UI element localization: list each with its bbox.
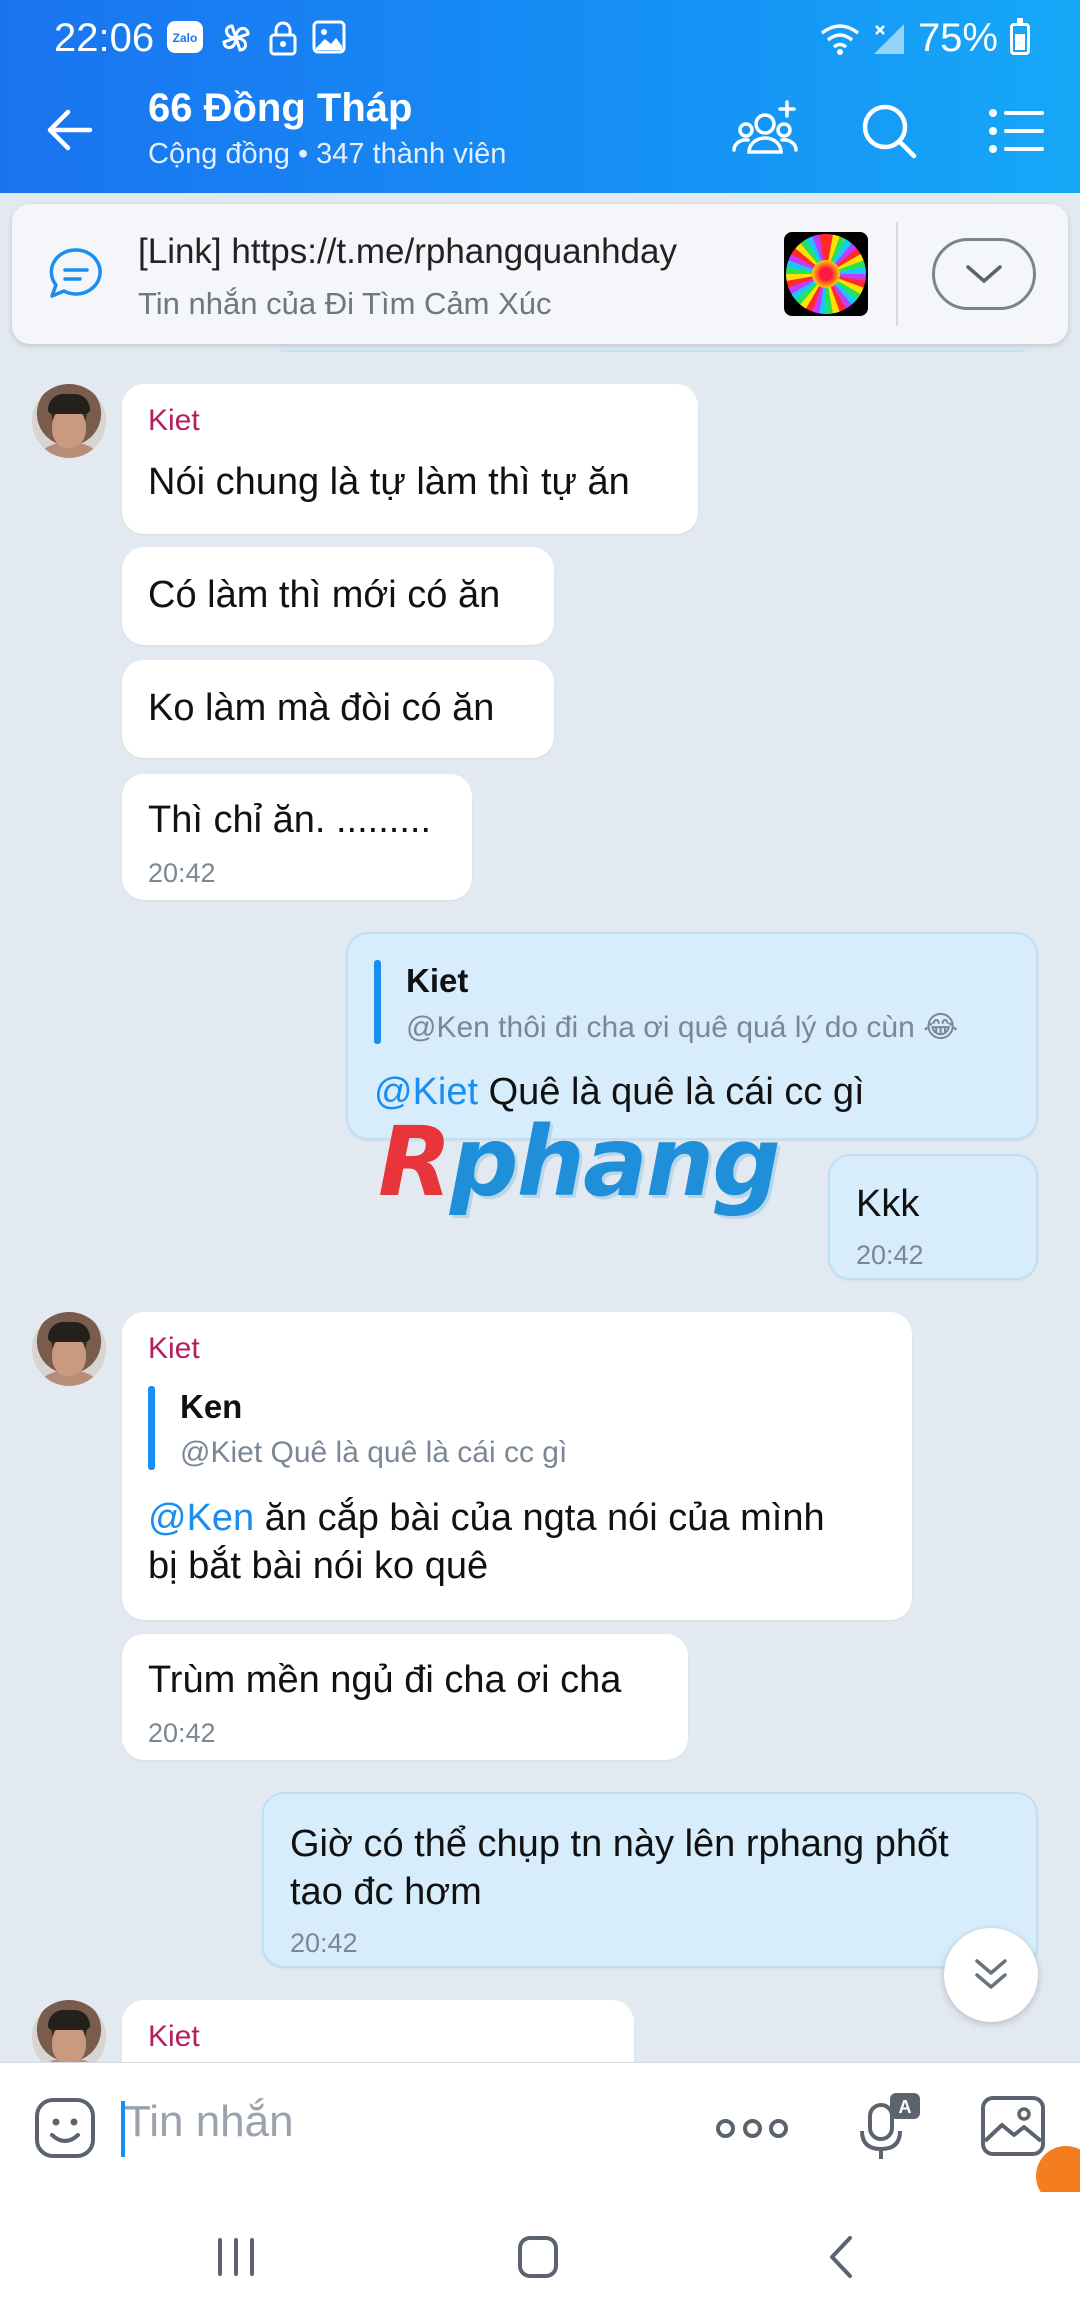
sender-name[interactable]: Kiet xyxy=(148,1332,200,1366)
message-text: Trùm mền ngủ đi cha ơi cha xyxy=(148,1659,622,1701)
lock-icon xyxy=(269,21,297,56)
quote-text: @Ken thôi đi cha ơi quê quá lý do cùn 😂 xyxy=(406,1011,959,1044)
avatar[interactable] xyxy=(32,384,106,458)
double-chevron-down-icon xyxy=(975,1959,1007,1989)
message-text: bị bắt bài nói ko quê xyxy=(148,1545,489,1587)
message-text: Ko làm mà đòi có ăn xyxy=(148,687,495,729)
sender-name[interactable]: Kiet xyxy=(148,404,200,438)
back-arrow-icon[interactable] xyxy=(40,100,100,160)
chevron-down-icon xyxy=(966,265,1002,283)
signal-icon xyxy=(873,23,904,54)
search-icon[interactable] xyxy=(856,98,922,164)
message-bubble[interactable]: Ko làm mà đòi có ăn xyxy=(122,660,554,758)
message-text: Giờ có thể chụp tn này lên rphang phốt xyxy=(290,1823,949,1865)
message-bubble[interactable]: Thì chỉ ăn. ......... 20:42 xyxy=(122,774,472,900)
message-bubble[interactable]: Có làm thì mới có ăn xyxy=(122,547,554,645)
message-list[interactable]: Kiet Nói chung là tự làm thì tự ăn Có là… xyxy=(0,350,1080,2062)
svg-text:Zalo: Zalo xyxy=(173,31,198,45)
message-text: Kkk xyxy=(856,1183,920,1225)
message-text: tao đc hơm xyxy=(290,1871,482,1913)
avatar[interactable] xyxy=(32,1312,106,1386)
image-picker-icon[interactable] xyxy=(980,2095,1046,2157)
menu-list-icon[interactable] xyxy=(984,98,1050,164)
svg-text:A: A xyxy=(899,2097,912,2117)
status-time: 22:06 xyxy=(54,16,155,60)
avatar[interactable] xyxy=(32,2000,106,2062)
message-time: 20:42 xyxy=(290,1928,358,1958)
previous-message-edge xyxy=(272,350,1034,352)
divider xyxy=(896,222,898,326)
outgoing-message-bubble[interactable]: Kkk 20:42 xyxy=(828,1154,1038,1280)
message-bubble[interactable]: Kiet Nói chung là tự làm thì tự ăn xyxy=(122,384,698,534)
quote-bar xyxy=(148,1386,155,1470)
pinned-thumbnail xyxy=(784,232,868,316)
top-bar: 22:06 Zalo 75% 66 Đồng Tháp Cộng đồng • … xyxy=(0,0,1080,193)
quote-text: @Kiet Quê là quê là cái cc gì xyxy=(180,1436,568,1469)
pinned-message-bar[interactable]: [Link] https://t.me/rphangquanhday Tin n… xyxy=(12,204,1068,344)
composer-bar: Tin nhắn A xyxy=(0,2062,1080,2192)
battery-icon xyxy=(1010,17,1030,55)
more-options-button[interactable] xyxy=(716,2103,788,2153)
battery-percent: 75% xyxy=(917,16,998,60)
reply-message-bubble[interactable]: Kiet Ken @Kiet Quê là quê là cái cc gì @… xyxy=(122,1312,912,1620)
group-title[interactable]: 66 Đồng Tháp xyxy=(148,86,412,131)
message-input[interactable]: Tin nhắn xyxy=(124,2097,294,2147)
message-bubble[interactable]: Trùm mền ngủ đi cha ơi cha 20:42 xyxy=(122,1634,688,1760)
message-bubble[interactable]: Kiet xyxy=(122,2000,634,2062)
wifi-icon xyxy=(820,23,860,55)
image-icon xyxy=(312,20,346,54)
voice-to-text-mic-icon[interactable]: A xyxy=(856,2091,922,2161)
home-icon[interactable] xyxy=(508,2232,568,2282)
status-notification-icons: Zalo xyxy=(166,20,346,56)
message-text: Thì chỉ ăn. ......... xyxy=(148,799,431,841)
back-icon[interactable] xyxy=(812,2232,872,2282)
outgoing-message-bubble[interactable]: Giờ có thể chụp tn này lên rphang phốt t… xyxy=(262,1792,1038,1968)
message-text: @Ken ăn cắp bài của ngta nói của mình xyxy=(148,1497,825,1539)
chat-bubble-icon xyxy=(49,248,102,298)
pinwheel-icon xyxy=(222,24,250,52)
quote-bar xyxy=(374,960,381,1044)
message-text: Có làm thì mới có ăn xyxy=(148,574,501,616)
message-time: 20:42 xyxy=(148,1718,216,1748)
expand-pinned-button[interactable] xyxy=(932,238,1036,310)
pinned-subtitle: Tin nhắn của Đi Tìm Cảm Xúc xyxy=(138,286,552,321)
rphang-watermark: Rphang xyxy=(378,1106,781,1218)
sender-name[interactable]: Kiet xyxy=(148,2020,200,2054)
message-time: 20:42 xyxy=(148,858,216,888)
zalo-icon: Zalo xyxy=(167,21,203,53)
quote-author: Kiet xyxy=(406,962,469,999)
message-time: 20:42 xyxy=(856,1240,924,1270)
recent-apps-icon[interactable] xyxy=(206,2232,266,2282)
message-text: Nói chung là tự làm thì tự ăn xyxy=(148,461,630,503)
add-member-icon[interactable] xyxy=(732,98,798,164)
status-bar: 22:06 Zalo 75% xyxy=(0,0,1080,66)
group-subtitle[interactable]: Cộng đồng • 347 thành viên xyxy=(148,138,506,171)
scroll-to-bottom-button[interactable] xyxy=(944,1928,1038,2022)
quote-author: Ken xyxy=(180,1388,243,1425)
system-nav-bar xyxy=(0,2192,1080,2316)
pinned-title: [Link] https://t.me/rphangquanhday xyxy=(138,232,677,271)
status-right: 75% xyxy=(820,16,1030,61)
mention[interactable]: @Ken xyxy=(148,1497,254,1539)
sticker-emoji-icon[interactable] xyxy=(34,2097,96,2159)
